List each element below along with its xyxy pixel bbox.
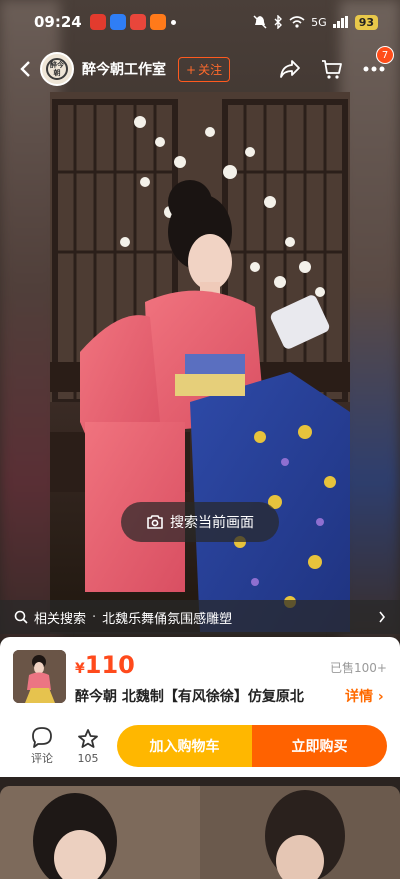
back-button[interactable]: [12, 56, 38, 82]
follow-label: 关注: [198, 62, 223, 77]
signal-icon: [332, 16, 348, 28]
product-title-row[interactable]: 醉今朝 北魏制【有风徐徐】仿复原北 详情 ›: [75, 685, 387, 707]
weibo-app-icon: [89, 14, 106, 30]
related-search-bar[interactable]: 相关搜索 · 北魏乐舞俑氛围感雕塑: [0, 600, 400, 634]
app-icon: [109, 14, 126, 30]
camera-search-icon: [147, 515, 163, 529]
favorite-button[interactable]: 105: [68, 728, 108, 765]
visual-search-button[interactable]: 搜索当前画面: [121, 502, 279, 542]
wifi-icon: [289, 16, 305, 28]
cart-icon: [322, 60, 342, 79]
video-frame: [50, 92, 350, 632]
mute-icon: [253, 15, 267, 29]
comment-label: 评论: [31, 752, 53, 765]
comment-icon: [32, 727, 52, 748]
chevron-right-icon: [379, 611, 386, 623]
detail-label: 详情: [345, 689, 373, 705]
sold-count: 已售100+: [330, 661, 387, 675]
cart-button[interactable]: [318, 55, 346, 83]
product-thumbnail[interactable]: [13, 650, 66, 703]
next-feed-image: [0, 786, 400, 879]
next-feed-card[interactable]: [0, 786, 400, 879]
star-icon: [78, 728, 98, 748]
favorite-count: 105: [77, 751, 99, 765]
shop-avatar-logo: 醉今朝: [46, 58, 68, 80]
more-icon: [363, 66, 385, 72]
video-frame-illustration: [50, 92, 350, 632]
comment-button[interactable]: 评论: [22, 726, 62, 766]
bluetooth-icon: [274, 15, 283, 29]
app-icon: [149, 14, 166, 30]
status-right: 5G 93: [253, 14, 378, 30]
visual-search-label: 搜索当前画面: [170, 515, 254, 531]
buy-now-button[interactable]: 立即购买: [252, 725, 387, 767]
product-thumbnail-image: [13, 650, 66, 703]
shop-name[interactable]: 醉今朝工作室: [82, 59, 166, 79]
related-search-query: 北魏乐舞俑氛围感雕塑: [102, 611, 233, 627]
related-search-separator: ·: [92, 609, 97, 625]
action-bar: 评论 105 加入购物车 立即购买: [0, 723, 400, 769]
purchase-buttons: 加入购物车 立即购买: [117, 725, 387, 767]
product-video[interactable]: 09:24 5G 93 醉今朝 醉今朝工作室 + 关注 7 搜索当前画面 相关搜…: [0, 0, 400, 640]
shop-avatar[interactable]: 醉今朝: [40, 52, 74, 86]
notification-dot-icon: [170, 19, 176, 25]
header-actions: 7: [276, 46, 394, 83]
more-button[interactable]: 7: [360, 46, 394, 83]
price-currency: ¥: [75, 661, 85, 677]
chevron-left-icon: [20, 61, 30, 77]
follow-button[interactable]: + 关注: [178, 56, 231, 82]
price-value: 110: [84, 651, 135, 679]
product-title: 醉今朝 北魏制【有风徐徐】仿复原北: [75, 689, 304, 705]
top-nav: 醉今朝 醉今朝工作室 + 关注 7: [0, 46, 400, 90]
share-icon: [280, 60, 300, 78]
add-to-cart-button[interactable]: 加入购物车: [117, 725, 252, 767]
search-icon: [14, 610, 28, 624]
status-app-icons: [89, 14, 166, 30]
notification-badge: 7: [376, 46, 394, 64]
detail-link[interactable]: 详情 ›: [345, 686, 384, 706]
app-icon: [129, 14, 146, 30]
status-time: 09:24: [34, 13, 82, 31]
battery-level: 93: [354, 14, 378, 30]
related-search-label: 相关搜索: [34, 611, 87, 627]
network-type: 5G: [311, 15, 327, 29]
status-bar: 09:24 5G 93: [0, 0, 400, 44]
plus-icon: +: [186, 62, 197, 77]
product-price: ¥110: [75, 651, 135, 679]
product-card: ¥110 已售100+ 醉今朝 北魏制【有风徐徐】仿复原北 详情 › 评论 10…: [0, 637, 400, 777]
product-video-screen: 09:24 5G 93 醉今朝 醉今朝工作室 + 关注 7 搜索当前画面 相关搜…: [0, 0, 400, 879]
share-button[interactable]: [276, 55, 304, 83]
